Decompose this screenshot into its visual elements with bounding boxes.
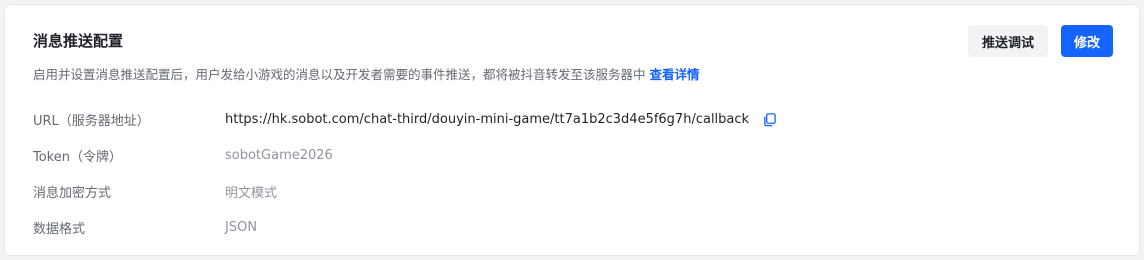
token-row: Token（令牌） sobotGame2026 bbox=[33, 145, 333, 165]
edit-button[interactable]: 修改 bbox=[1061, 25, 1113, 57]
encryption-row: 消息加密方式 明文模式 bbox=[33, 181, 277, 201]
token-value: sobotGame2026 bbox=[225, 147, 333, 163]
format-value: JSON bbox=[225, 219, 258, 235]
url-label: URL（服务器地址） bbox=[33, 113, 150, 129]
format-label: 数据格式 bbox=[33, 221, 86, 237]
encryption-label: 消息加密方式 bbox=[33, 185, 112, 201]
description-text: 启用并设置消息推送配置后，用户发给小游戏的消息以及开发者需要的事件推送，都将被抖… bbox=[33, 67, 646, 82]
details-link[interactable]: 查看详情 bbox=[650, 67, 700, 82]
page-title: 消息推送配置 bbox=[33, 32, 124, 50]
format-row: 数据格式 JSON bbox=[33, 217, 257, 237]
push-debug-button[interactable]: 推送调试 bbox=[968, 25, 1048, 57]
encryption-value: 明文模式 bbox=[225, 185, 278, 201]
url-value: https://hk.sobot.com/chat-third/douyin-m… bbox=[225, 111, 750, 127]
token-label: Token（令牌） bbox=[33, 149, 122, 165]
push-config-card: 消息推送配置 启用并设置消息推送配置后，用户发给小游戏的消息以及开发者需要的事件… bbox=[4, 4, 1140, 256]
url-row: URL（服务器地址） https://hk.sobot.com/chat-thi… bbox=[33, 109, 777, 129]
description: 启用并设置消息推送配置后，用户发给小游戏的消息以及开发者需要的事件推送，都将被抖… bbox=[33, 66, 700, 84]
copy-icon[interactable] bbox=[761, 111, 777, 127]
